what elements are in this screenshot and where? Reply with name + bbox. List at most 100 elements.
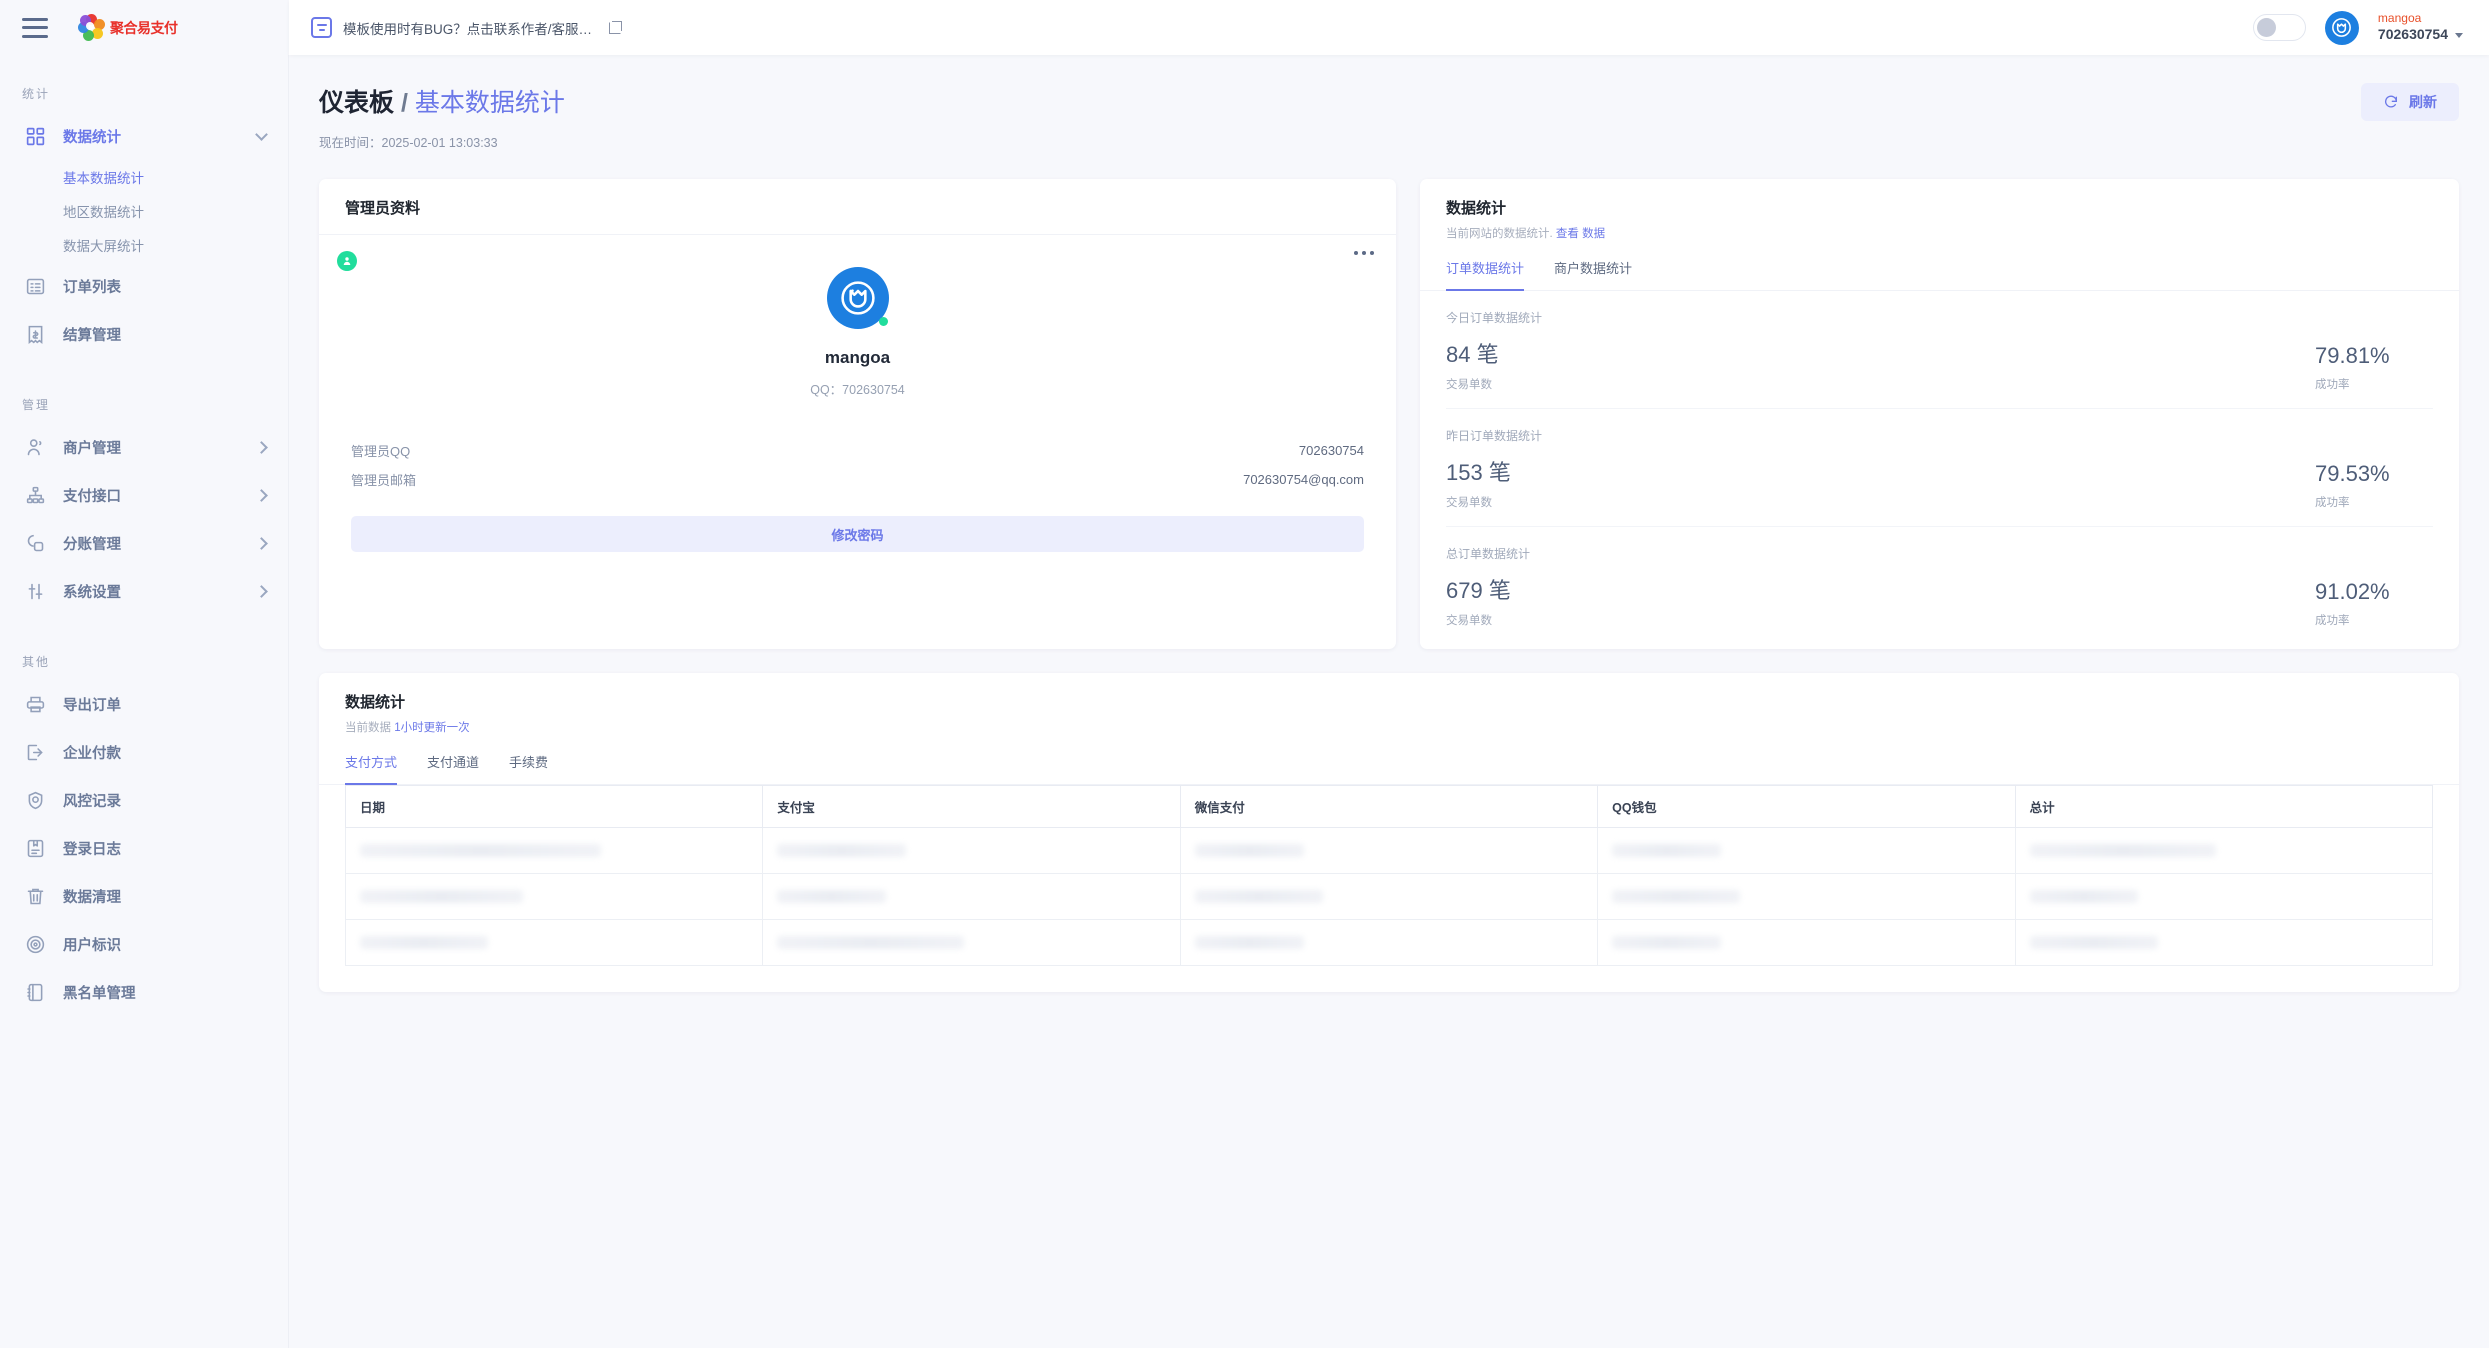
sidebar-item-split-account[interactable]: 分账管理 xyxy=(0,519,288,567)
payment-statistics-table: 日期 支付宝 微信支付 QQ钱包 总计 xyxy=(344,785,2434,966)
profile-detail-row: 管理员QQ 702630754 xyxy=(351,436,1364,465)
profile-more-menu[interactable] xyxy=(1354,251,1374,255)
data-statistics-card-header: 数据统计 当前网站的数据统计. 查看 数据 xyxy=(1420,179,2459,241)
change-password-button-label: 修改密码 xyxy=(831,527,884,543)
loading-placeholder xyxy=(1612,936,1721,949)
detail-value: 702630754@qq.com xyxy=(1243,472,1364,487)
list-icon xyxy=(24,275,46,297)
chevron-right-icon[interactable] xyxy=(255,536,268,550)
admin-profile-card: 管理员资料 mangoa QQ：702630754 管理员QQ 70263075… xyxy=(319,179,1396,649)
loading-placeholder xyxy=(1612,890,1741,903)
loading-placeholder xyxy=(1612,844,1721,857)
sidebar-item-label: 结算管理 xyxy=(63,327,121,344)
chevron-down-icon[interactable] xyxy=(2455,32,2463,38)
sidebar-item-order-list[interactable]: 订单列表 xyxy=(0,262,288,310)
sidebar-subitem-region-stats[interactable]: 地区数据统计 xyxy=(0,194,288,228)
sidebar-item-data-stats[interactable]: 数据统计 xyxy=(0,112,288,160)
stat-count-label: 交易单数 xyxy=(1446,379,1492,391)
refresh-button[interactable]: 刷新 xyxy=(2361,83,2459,121)
sidebar-subitem-label: 数据大屏统计 xyxy=(63,239,144,254)
current-time-label: 现在时间： xyxy=(319,136,382,150)
payment-statistics-tabs: 支付方式 支付通道 手续费 xyxy=(319,751,2459,785)
external-link-icon[interactable] xyxy=(609,21,623,34)
verified-user-badge-icon xyxy=(337,251,357,271)
chevron-right-icon[interactable] xyxy=(255,488,268,502)
top-cards-row: 管理员资料 mangoa QQ：702630754 管理员QQ 70263075… xyxy=(319,179,2459,649)
sidebar-subitem-bigscreen-stats[interactable]: 数据大屏统计 xyxy=(0,228,288,262)
sidebar-item-blacklist[interactable]: 黑名单管理 xyxy=(0,968,288,1016)
table-row[interactable] xyxy=(344,827,2434,874)
hamburger-menu-icon[interactable] xyxy=(22,17,48,38)
loading-placeholder xyxy=(777,844,906,857)
notice-text: 模板使用时有BUG？点击联系作者/客服… xyxy=(343,21,593,37)
grid-icon xyxy=(24,125,46,147)
header-avatar[interactable] xyxy=(2324,10,2359,45)
column-header-wechat[interactable]: 微信支付 xyxy=(1179,785,1599,828)
column-header-qqwallet[interactable]: QQ钱包 xyxy=(1597,785,2016,828)
sidebar-item-user-identity[interactable]: 用户标识 xyxy=(0,920,288,968)
stat-rate-label: 成功率 xyxy=(2315,379,2350,391)
notice-banner[interactable]: 模板使用时有BUG？点击联系作者/客服… xyxy=(311,17,623,38)
sidebar-group-title-stats: 统计 xyxy=(22,87,51,101)
column-header-date[interactable]: 日期 xyxy=(344,785,764,828)
tab-payment-channel[interactable]: 支付通道 xyxy=(427,752,479,785)
breadcrumb-current[interactable]: 基本数据统计 xyxy=(415,89,565,117)
header-user-meta[interactable]: mangoa 702630754 xyxy=(2378,11,2463,44)
loading-placeholder xyxy=(777,936,964,949)
sidebar-item-login-logs[interactable]: 登录日志 xyxy=(0,824,288,872)
sidebar-item-risk-records[interactable]: 风控记录 xyxy=(0,776,288,824)
column-header-alipay[interactable]: 支付宝 xyxy=(762,785,1181,828)
table-cell xyxy=(1597,873,2016,920)
sidebar-item-system-settings[interactable]: 系统设置 xyxy=(0,567,288,615)
page-title: 仪表板 / 基本数据统计 xyxy=(319,83,565,119)
table-row[interactable] xyxy=(344,873,2434,920)
export-icon xyxy=(24,741,46,763)
profile-detail-row: 管理员邮箱 702630754@qq.com xyxy=(351,465,1364,494)
view-data-link[interactable]: 查看 数据 xyxy=(1556,228,1605,240)
sidebar-item-settlement[interactable]: 结算管理 xyxy=(0,310,288,358)
refresh-icon xyxy=(2385,95,2397,108)
stat-block-yesterday: 昨日订单数据统计 153 笔 交易单数 79.53% 成功率 xyxy=(1446,409,2433,527)
admin-profile-card-title: 管理员资料 xyxy=(345,200,421,217)
table-cell xyxy=(344,919,764,966)
chevron-right-icon[interactable] xyxy=(255,440,268,454)
receipt-icon xyxy=(24,323,46,345)
app-logo[interactable]: 聚合易支付 xyxy=(78,14,178,41)
tab-order-stats[interactable]: 订单数据统计 xyxy=(1446,258,1525,291)
online-status-dot xyxy=(878,317,888,326)
sidebar-item-data-cleanup[interactable]: 数据清理 xyxy=(0,872,288,920)
theme-toggle[interactable] xyxy=(2252,14,2306,41)
sidebar-item-payment-interface[interactable]: 支付接口 xyxy=(0,471,288,519)
sidebar-subitem-label: 基本数据统计 xyxy=(63,171,144,186)
sidebar-item-export-orders[interactable]: 导出订单 xyxy=(0,680,288,728)
update-frequency-link[interactable]: 1小时更新一次 xyxy=(394,722,469,734)
payment-statistics-card-title: 数据统计 xyxy=(345,694,406,711)
sidebar-item-label: 导出订单 xyxy=(63,697,121,714)
chevron-down-icon[interactable] xyxy=(255,127,268,141)
sidebar-item-enterprise-payment[interactable]: 企业付款 xyxy=(0,728,288,776)
sidebar-subitem-basic-stats[interactable]: 基本数据统计 xyxy=(0,160,288,194)
trash-icon xyxy=(24,885,46,907)
detail-key: 管理员邮箱 xyxy=(351,473,417,488)
sliders-icon xyxy=(24,580,46,602)
tab-fees[interactable]: 手续费 xyxy=(509,752,548,785)
admin-profile-card-header: 管理员资料 xyxy=(319,179,1396,235)
top-bar-actions: mangoa 702630754 xyxy=(2252,10,2463,45)
sidebar-item-label: 风控记录 xyxy=(63,793,121,810)
tab-payment-method[interactable]: 支付方式 xyxy=(345,752,398,785)
table-row[interactable] xyxy=(344,919,2434,966)
change-password-button[interactable]: 修改密码 xyxy=(351,516,1364,552)
person-glyph-icon xyxy=(343,257,351,265)
sidebar-item-label: 登录日志 xyxy=(63,841,121,858)
detail-value: 702630754 xyxy=(1298,443,1364,458)
current-time: 现在时间：2025-02-01 13:03:33 xyxy=(319,132,565,151)
subtitle-text: 当前数据 xyxy=(345,722,391,734)
avatar[interactable] xyxy=(826,267,889,329)
table-cell xyxy=(762,827,1181,874)
column-header-total[interactable]: 总计 xyxy=(2014,785,2434,828)
sidebar-item-label: 支付接口 xyxy=(63,488,121,505)
sidebar-item-merchant-manage[interactable]: 商户管理 xyxy=(0,423,288,471)
header-user-name: mangoa xyxy=(2377,11,2422,26)
tab-merchant-stats[interactable]: 商户数据统计 xyxy=(1554,258,1632,291)
chevron-right-icon[interactable] xyxy=(255,584,268,598)
